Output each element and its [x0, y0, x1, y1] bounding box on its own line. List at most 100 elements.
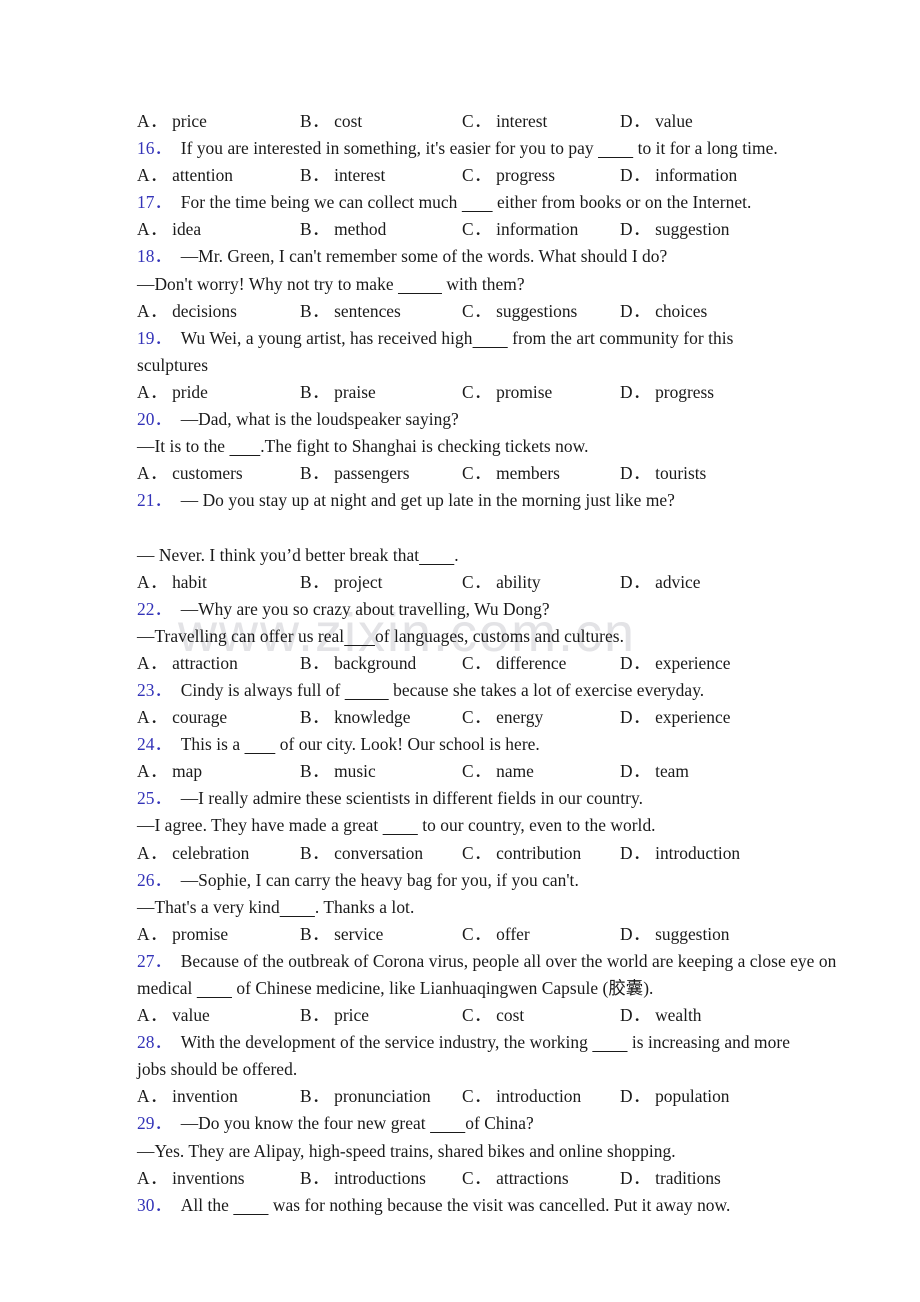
option-text: wealth [655, 1005, 702, 1026]
option-a[interactable]: A． idea [137, 216, 201, 243]
option-label: A． [137, 111, 168, 131]
option-c[interactable]: C． suggestions [462, 298, 577, 325]
option-b[interactable]: B． interest [300, 162, 385, 189]
answer-blank[interactable] [592, 1032, 627, 1052]
option-c[interactable]: C． members [462, 460, 560, 487]
option-b[interactable]: B． background [300, 650, 416, 677]
option-a[interactable]: A． attraction [137, 650, 238, 677]
option-a[interactable]: A． value [137, 1002, 210, 1029]
question-text: —Mr. Green, I can't remember some of the… [180, 246, 668, 267]
option-d[interactable]: D． team [620, 758, 689, 785]
option-b[interactable]: B． method [300, 216, 386, 243]
answer-blank[interactable] [345, 680, 389, 700]
question-line: 24． This is a of our city. Look! Our sch… [137, 731, 787, 758]
option-row: A． price B． cost C． interest D． value [137, 108, 787, 135]
option-c[interactable]: C． interest [462, 108, 547, 135]
question-text: —Dad, what is the loudspeaker saying? [180, 409, 459, 430]
option-d[interactable]: D． experience [620, 650, 730, 677]
option-text: tourists [655, 463, 707, 484]
option-d[interactable]: D． traditions [620, 1165, 721, 1192]
option-text: pronunciation [334, 1086, 431, 1107]
option-a[interactable]: A． map [137, 758, 202, 785]
option-b[interactable]: B． praise [300, 379, 376, 406]
option-b[interactable]: B． knowledge [300, 704, 410, 731]
option-c[interactable]: C． promise [462, 379, 552, 406]
option-b[interactable]: B． introductions [300, 1165, 426, 1192]
question-text-tail: .The fight to Shanghai is checking ticke… [260, 436, 589, 457]
option-label: B． [300, 300, 330, 321]
option-a[interactable]: A． invention [137, 1083, 238, 1110]
option-c[interactable]: C． progress [462, 162, 555, 189]
answer-blank[interactable] [245, 734, 276, 754]
option-b[interactable]: B． music [300, 758, 376, 785]
answer-blank[interactable] [229, 436, 260, 456]
option-d[interactable]: D． suggestion [620, 216, 730, 243]
option-row: A． habit B． project C． ability D． advice [137, 569, 787, 596]
option-a[interactable]: A． habit [137, 569, 207, 596]
answer-blank[interactable] [344, 626, 375, 646]
question-text: —I really admire these scientists in dif… [180, 788, 643, 809]
option-c[interactable]: C． attractions [462, 1165, 569, 1192]
option-a[interactable]: A． attention [137, 162, 233, 189]
answer-blank[interactable] [197, 978, 232, 998]
option-label: C． [462, 923, 492, 944]
option-row: A． attention B． interest C． progress D． inf… [137, 162, 787, 189]
answer-blank[interactable] [473, 328, 508, 348]
answer-blank[interactable] [430, 1113, 465, 1133]
option-c[interactable]: C． difference [462, 650, 566, 677]
answer-blank[interactable] [383, 815, 418, 835]
option-d[interactable]: D． introduction [620, 840, 740, 867]
option-b[interactable]: B． conversation [300, 840, 423, 867]
option-d[interactable]: D． tourists [620, 460, 706, 487]
answer-blank[interactable] [280, 897, 315, 917]
option-c[interactable]: C． ability [462, 569, 541, 596]
option-a[interactable]: A． promise [137, 921, 228, 948]
option-b[interactable]: B． pronunciation [300, 1083, 431, 1110]
answer-blank[interactable] [598, 138, 633, 158]
question-number: 25． [137, 788, 172, 809]
question-text-tail: because she takes a lot of exercise ever… [388, 679, 705, 700]
answer-blank[interactable] [462, 192, 493, 212]
option-label: C． [462, 111, 492, 131]
option-d[interactable]: D． information [620, 162, 737, 189]
option-d[interactable]: D． value [620, 108, 693, 135]
option-a[interactable]: A． celebration [137, 840, 249, 867]
option-b[interactable]: B． cost [300, 108, 362, 135]
option-d[interactable]: D． advice [620, 569, 701, 596]
answer-blank[interactable] [233, 1195, 268, 1215]
option-text: information [496, 219, 579, 240]
option-text: ability [496, 571, 541, 592]
option-a[interactable]: A． pride [137, 379, 208, 406]
answer-blank[interactable] [398, 274, 442, 294]
option-c[interactable]: C． energy [462, 704, 543, 731]
option-a[interactable]: A． courage [137, 704, 227, 731]
question-text: — Never. I think you’d better break that [137, 544, 420, 565]
option-c[interactable]: C． offer [462, 921, 530, 948]
option-a[interactable]: A． price [137, 108, 207, 135]
option-b[interactable]: B． service [300, 921, 383, 948]
option-d[interactable]: D． progress [620, 379, 714, 406]
option-d[interactable]: D． suggestion [620, 921, 730, 948]
option-label: B． [300, 571, 330, 592]
question-text: —That's a very kind [137, 896, 280, 917]
option-d[interactable]: D． population [620, 1083, 730, 1110]
option-a[interactable]: A． inventions [137, 1165, 245, 1192]
option-c[interactable]: C． contribution [462, 840, 581, 867]
option-a[interactable]: A． customers [137, 460, 243, 487]
option-d[interactable]: D． experience [620, 704, 730, 731]
answer-blank[interactable] [419, 545, 454, 565]
option-c[interactable]: C． information [462, 216, 578, 243]
question-line: 18． —Mr. Green, I can't remember some of… [137, 243, 787, 270]
question-line: —That's a very kind . Thanks a lot. [137, 894, 787, 921]
option-d[interactable]: D． wealth [620, 1002, 701, 1029]
option-b[interactable]: B． price [300, 1002, 369, 1029]
option-b[interactable]: B． sentences [300, 298, 401, 325]
option-c[interactable]: C． introduction [462, 1083, 581, 1110]
option-d[interactable]: D． choices [620, 298, 707, 325]
option-b[interactable]: B． passengers [300, 460, 410, 487]
option-label: A． [137, 842, 168, 863]
option-b[interactable]: B． project [300, 569, 382, 596]
option-a[interactable]: A． decisions [137, 298, 237, 325]
option-c[interactable]: C． cost [462, 1002, 524, 1029]
option-c[interactable]: C． name [462, 758, 534, 785]
